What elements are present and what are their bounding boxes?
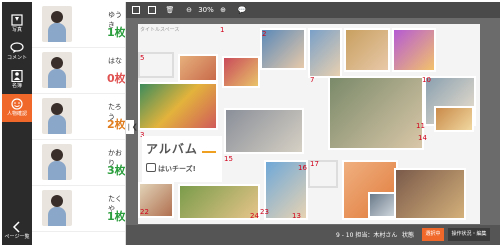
comment-tool-button[interactable]: 💬	[236, 4, 248, 16]
photo-number: 5	[140, 54, 145, 62]
copy-icon	[148, 6, 156, 14]
speech-bubble-icon: 💬	[237, 6, 247, 14]
member-name: はな	[108, 57, 122, 65]
photo-slot[interactable]	[138, 82, 218, 130]
member-count: 0枚	[107, 72, 126, 85]
member-item[interactable]: ゆうき 1枚	[32, 2, 126, 48]
rail-roster-button[interactable]: 名簿	[2, 66, 32, 94]
member-item[interactable]: たくや 1枚	[32, 186, 126, 232]
photo-slot[interactable]	[224, 108, 304, 154]
photo-slot[interactable]	[394, 168, 466, 220]
album-editor: 🗑 ⊖ 30% ⊕ 💬 ❘❮ タイトルスペース 5 1 2 3 15 アルバム …	[126, 2, 500, 245]
page-indicator: 9 - 10 担当：木村さん	[336, 232, 398, 239]
rail-photo-label: 写真	[11, 27, 22, 33]
photo-number: 16	[298, 164, 307, 172]
zoom-level: 30%	[198, 6, 214, 14]
page-list-label: ページ一覧	[4, 234, 30, 240]
roster-icon	[11, 70, 23, 82]
photo-icon	[11, 14, 23, 26]
album-page-right: 7 10 11 14 17 24 13 16	[250, 24, 480, 224]
album-page-left: タイトルスペース 5 1 2 3 15 アルバム はいチーズ! 22 23	[138, 24, 308, 224]
photo-slot[interactable]	[222, 56, 260, 88]
comment-icon	[10, 42, 24, 53]
side-rail: 写真 コメント 名簿 人物確認 ページ一覧	[2, 2, 32, 245]
photo-slot[interactable]	[392, 28, 436, 72]
photo-slot[interactable]	[368, 192, 396, 218]
member-count: 1枚	[107, 26, 126, 39]
photo-number: 7	[310, 76, 315, 84]
rail-photo-button[interactable]: 写真	[2, 10, 32, 38]
delete-button[interactable]: 🗑	[164, 4, 176, 16]
zoom-out-icon: ⊖	[186, 6, 192, 14]
photo-slot[interactable]	[178, 184, 260, 220]
operation-status-button[interactable]: 操作状況・編集	[448, 228, 490, 241]
photo-number: 11	[416, 122, 425, 130]
member-count: 2枚	[107, 118, 126, 131]
photo-number: 13	[292, 212, 301, 220]
select-frame-button[interactable]	[130, 4, 142, 16]
photo-number: 10	[422, 76, 431, 84]
book-icon	[202, 142, 216, 153]
zoom-in-icon: ⊕	[220, 6, 226, 14]
smile-face-icon	[11, 98, 23, 110]
zoom-in-button[interactable]: ⊕	[216, 4, 230, 16]
logo-icon	[146, 163, 156, 172]
zoom-out-button[interactable]: ⊖	[182, 4, 196, 16]
photo-number: 22	[140, 208, 149, 216]
photo-slot[interactable]	[178, 54, 218, 82]
photo-slot[interactable]	[434, 106, 474, 132]
album-title: アルバム	[146, 142, 198, 156]
trash-icon: 🗑	[165, 6, 175, 14]
member-list: ゆうき 1枚 はな 0枚 たろう 2枚 かおり 3枚 たくや 1枚	[32, 2, 126, 245]
title-space-label: タイトルスペース	[140, 27, 180, 33]
status-label: 状態	[402, 232, 415, 239]
album-title-card[interactable]: アルバム はいチーズ!	[142, 136, 222, 182]
page-list-button[interactable]: ページ一覧	[2, 219, 32, 245]
photo-slot[interactable]	[308, 28, 342, 78]
photo-slot[interactable]	[344, 28, 390, 72]
status-bar: 9 - 10 担当：木村さん 状態 選択中 操作状況・編集	[126, 225, 500, 245]
chevron-left-icon	[12, 221, 20, 233]
rail-roster-label: 名簿	[11, 83, 22, 89]
photo-number: 2	[262, 30, 267, 38]
copy-button[interactable]	[146, 4, 158, 16]
album-subtitle: はいチーズ!	[158, 165, 196, 173]
photo-slot[interactable]	[328, 76, 424, 150]
collapse-handle[interactable]: ❘❮	[126, 120, 138, 134]
member-item[interactable]: はな 0枚	[32, 48, 126, 94]
frame-icon	[132, 6, 140, 14]
member-item[interactable]: たろう 2枚	[32, 94, 126, 140]
photo-number: 1	[220, 26, 225, 34]
rail-comment-button[interactable]: コメント	[2, 38, 32, 66]
member-count: 3枚	[107, 164, 126, 177]
member-item[interactable]: かおり 3枚	[32, 140, 126, 186]
photo-slot[interactable]	[260, 28, 306, 70]
rail-comment-label: コメント	[6, 55, 27, 61]
member-photo	[42, 52, 72, 88]
member-photo	[42, 98, 72, 134]
member-photo	[42, 190, 72, 226]
member-count: 1枚	[107, 210, 126, 223]
member-photo	[42, 144, 72, 180]
photo-number: 24	[250, 212, 259, 220]
photo-number: 17	[310, 160, 319, 168]
photo-number: 23	[260, 208, 269, 216]
member-photo	[42, 6, 72, 42]
photo-number: 14	[418, 134, 427, 142]
editor-toolbar: 🗑 ⊖ 30% ⊕ 💬	[126, 2, 500, 18]
selected-button[interactable]: 選択中	[422, 228, 444, 241]
rail-person-check-button[interactable]: 人物確認	[2, 94, 32, 122]
photo-number: 15	[224, 155, 233, 163]
rail-person-check-label: 人物確認	[6, 111, 27, 117]
